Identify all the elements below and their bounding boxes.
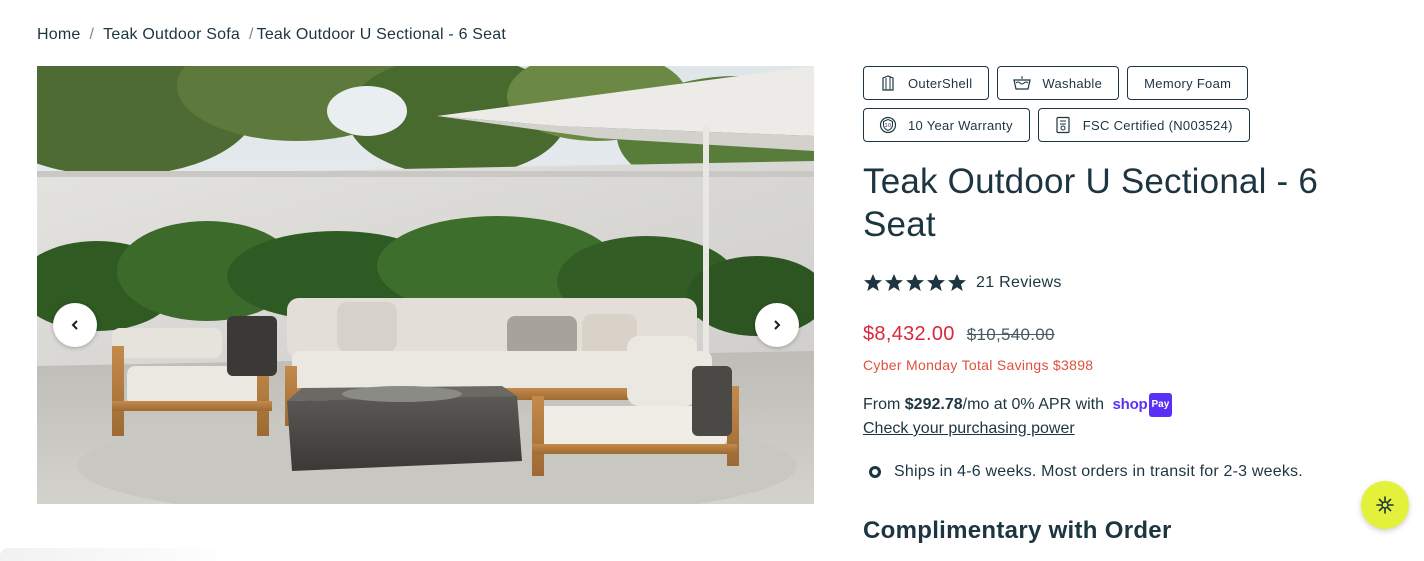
floating-widget-button[interactable] — [1361, 481, 1409, 529]
financing-suffix: /mo at 0% APR with — [962, 396, 1105, 414]
star-icon — [948, 274, 966, 291]
star-icon — [885, 274, 903, 291]
breadcrumb-separator: / — [89, 26, 95, 43]
bottom-overlay — [0, 548, 240, 561]
shop-pay-logo: shop Pay — [1112, 393, 1173, 417]
financing-info: From $292.78/mo at 0% APR with shop Pay C… — [863, 393, 1383, 440]
shop-pay-shop: shop — [1112, 396, 1148, 413]
gallery-next-button[interactable] — [755, 303, 799, 347]
shipping-text: Ships in 4-6 weeks. Most orders in trans… — [894, 463, 1303, 480]
reviews-link[interactable]: 21 Reviews — [976, 274, 1062, 292]
rating[interactable]: 21 Reviews — [863, 273, 1383, 293]
financing-amount: $292.78 — [904, 396, 963, 414]
badge-10-year-warranty[interactable]: 10 10 Year Warranty — [863, 108, 1030, 142]
chevron-right-icon — [774, 320, 781, 330]
badge-label: OuterShell — [908, 75, 973, 91]
complimentary-heading: Complimentary with Order — [863, 517, 1172, 544]
badge-label: 10 Year Warranty — [908, 117, 1013, 133]
badge-fsc-certified[interactable]: FSC Certified (N003524) — [1037, 108, 1250, 142]
badge-washable[interactable]: Washable — [997, 66, 1120, 100]
warranty-shield-icon: 10 — [878, 115, 898, 135]
chevron-left-icon — [71, 320, 78, 330]
star-icon — [906, 274, 924, 291]
compare-price: $10,540.00 — [966, 325, 1055, 344]
breadcrumb-home-link[interactable]: Home — [37, 26, 80, 44]
savings-text: Cyber Monday Total Savings $3898 — [863, 357, 1094, 373]
product-title: Teak Outdoor U Sectional - 6 Seat — [863, 162, 1318, 244]
shipping-info: Ships in 4-6 weeks. Most orders in trans… — [863, 463, 1383, 481]
star-icon — [864, 274, 882, 291]
breadcrumb-current: Teak Outdoor U Sectional - 6 Seat — [256, 26, 507, 43]
badge-outershell[interactable]: OuterShell — [863, 66, 990, 100]
sale-price: $8,432.00 — [863, 323, 955, 345]
badge-memory-foam[interactable]: Memory Foam — [1127, 66, 1249, 100]
badge-label: Memory Foam — [1144, 75, 1232, 91]
svg-text:10: 10 — [885, 123, 892, 129]
star-rating — [863, 273, 967, 293]
breadcrumb-separator: / — [248, 26, 254, 43]
breadcrumb: Home / Teak Outdoor Sofa / Teak Outdoor … — [37, 26, 506, 44]
product-gallery[interactable] — [37, 66, 814, 504]
price-row: $8,432.00 $10,540.00 — [863, 323, 1383, 346]
shipping-status-icon — [869, 466, 881, 478]
washable-icon — [1012, 73, 1032, 93]
star-icon — [927, 274, 945, 291]
certificate-icon — [1053, 115, 1073, 135]
badge-label: Washable — [1042, 75, 1103, 91]
product-info: OuterShell Washable Memory Foam 10 10 Ye… — [863, 66, 1383, 545]
product-image — [37, 66, 814, 504]
shop-pay-pay: Pay — [1148, 393, 1173, 417]
breadcrumb-teak-outdoor-sofa-link[interactable]: Teak Outdoor Sofa — [103, 26, 240, 44]
feature-badges: OuterShell Washable Memory Foam 10 10 Ye… — [863, 66, 1283, 142]
outershell-icon — [878, 73, 898, 93]
financing-prefix: From — [863, 396, 901, 414]
badge-label: FSC Certified (N003524) — [1082, 117, 1233, 133]
gallery-prev-button[interactable] — [53, 303, 97, 347]
sparkle-icon — [1376, 496, 1394, 514]
check-purchasing-power-link[interactable]: Check your purchasing power — [863, 418, 1075, 440]
